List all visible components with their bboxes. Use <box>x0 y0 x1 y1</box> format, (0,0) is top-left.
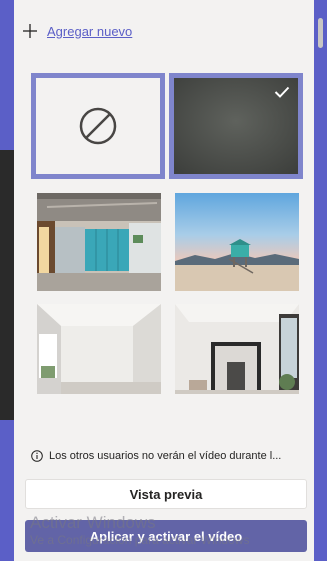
video-area-edge <box>0 150 14 420</box>
room-2-image <box>175 304 299 394</box>
add-new-label: Agregar nuevo <box>47 23 133 39</box>
background-tile-none[interactable] <box>31 73 165 179</box>
apply-and-turn-on-video-button[interactable]: Aplicar y activar el vídeo <box>25 520 307 552</box>
plus-icon <box>23 24 37 38</box>
window-edge-right <box>314 0 327 561</box>
background-tile-blur[interactable] <box>169 73 303 179</box>
video-off-notice: Los otros usuarios no verán el vídeo dur… <box>31 450 303 462</box>
background-tile-room-1[interactable] <box>37 304 161 394</box>
no-background-icon <box>79 107 117 145</box>
info-icon <box>31 450 43 462</box>
add-new-button[interactable]: Agregar nuevo <box>22 20 132 42</box>
background-tile-room-2[interactable] <box>175 304 299 394</box>
check-icon <box>274 86 290 98</box>
notice-text: Los otros usuarios no verán el vídeo dur… <box>49 450 282 462</box>
office-image <box>37 193 161 291</box>
background-tile-beach[interactable] <box>175 193 299 291</box>
beach-image <box>175 193 299 291</box>
scrollbar-thumb[interactable] <box>318 18 323 48</box>
preview-button[interactable]: Vista previa <box>25 479 307 509</box>
room-1-image <box>37 304 161 394</box>
background-tile-office[interactable] <box>37 193 161 291</box>
